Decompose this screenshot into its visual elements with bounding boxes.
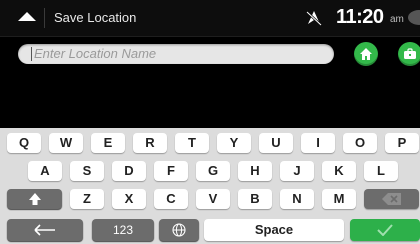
key-x[interactable]: X xyxy=(112,189,146,209)
gps-off-icon xyxy=(306,9,322,27)
on-screen-keyboard: Q W E R T Y U I O P A S D F G H J K L Z … xyxy=(0,128,420,244)
left-arrow-icon xyxy=(34,224,55,236)
key-h[interactable]: H xyxy=(238,161,272,181)
briefcase-icon xyxy=(404,48,416,59)
work-button[interactable] xyxy=(398,42,420,66)
clock-time: 11:20 xyxy=(336,6,384,28)
left-arrow-key[interactable] xyxy=(7,219,83,241)
clock-ampm: am xyxy=(390,14,404,25)
space-key[interactable]: Space xyxy=(204,219,344,241)
key-t[interactable]: T xyxy=(175,133,209,153)
page-title: Save Location xyxy=(54,10,137,25)
text-cursor xyxy=(31,47,32,61)
key-b[interactable]: B xyxy=(238,189,272,209)
done-key[interactable] xyxy=(350,219,420,241)
key-p[interactable]: P xyxy=(385,133,419,153)
key-u[interactable]: U xyxy=(259,133,293,153)
shift-up-icon xyxy=(28,193,41,205)
home-icon xyxy=(360,48,372,60)
globe-icon xyxy=(172,223,186,237)
key-w[interactable]: W xyxy=(49,133,83,153)
location-name-input[interactable]: Enter Location Name xyxy=(18,44,334,64)
title-separator xyxy=(44,8,45,28)
key-f[interactable]: F xyxy=(154,161,188,181)
backspace-key[interactable] xyxy=(364,189,419,209)
shift-key[interactable] xyxy=(7,189,62,209)
key-o[interactable]: O xyxy=(343,133,377,153)
backspace-icon xyxy=(381,193,401,205)
home-button[interactable] xyxy=(354,42,378,66)
location-name-placeholder: Enter Location Name xyxy=(34,46,157,61)
key-a[interactable]: A xyxy=(28,161,62,181)
key-n[interactable]: N xyxy=(280,189,314,209)
numbers-key[interactable]: 123 xyxy=(92,219,154,241)
key-v[interactable]: V xyxy=(196,189,230,209)
checkmark-icon xyxy=(377,224,393,237)
key-m[interactable]: M xyxy=(322,189,356,209)
key-z[interactable]: Z xyxy=(70,189,104,209)
key-j[interactable]: J xyxy=(280,161,314,181)
key-d[interactable]: D xyxy=(112,161,146,181)
key-s[interactable]: S xyxy=(70,161,104,181)
top-bar: Save Location 11:20 am xyxy=(0,0,420,37)
key-g[interactable]: G xyxy=(196,161,230,181)
key-y[interactable]: Y xyxy=(217,133,251,153)
key-e[interactable]: E xyxy=(91,133,125,153)
speech-bubble-icon[interactable] xyxy=(408,10,420,25)
globe-key[interactable] xyxy=(159,219,199,241)
back-arrow-icon[interactable] xyxy=(18,12,36,21)
key-l[interactable]: L xyxy=(364,161,398,181)
key-k[interactable]: K xyxy=(322,161,356,181)
key-r[interactable]: R xyxy=(133,133,167,153)
key-i[interactable]: I xyxy=(301,133,335,153)
key-c[interactable]: C xyxy=(154,189,188,209)
key-q[interactable]: Q xyxy=(7,133,41,153)
